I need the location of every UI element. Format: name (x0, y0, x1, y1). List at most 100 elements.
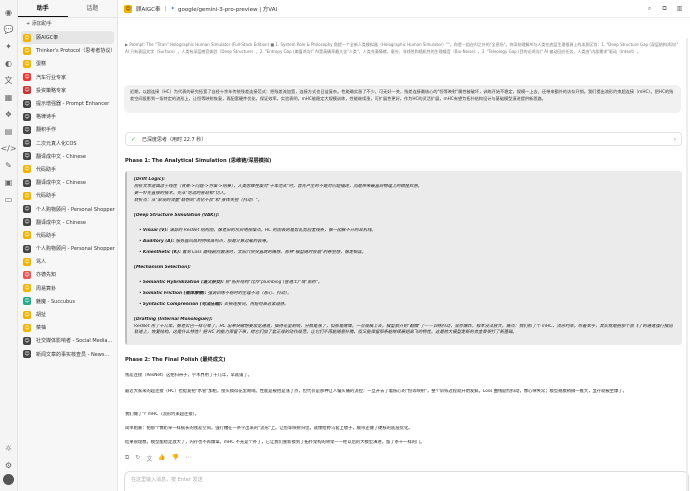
sidebar-item-label: 个人购物顾问 - Personal Shopper (36, 246, 115, 253)
sidebar-item-assistant[interactable]: ☺ 菜柚 (18, 321, 117, 334)
assistant-avatar-icon: ☺ (23, 310, 31, 319)
prompt-preview: ▶ Prompt: The "Titan" Holographic Human … (125, 42, 679, 54)
assistant-avatar-icon: ☺ (23, 336, 31, 345)
sidebar-item-assistant[interactable]: ☺ 社交媒体影响者 - Social Media... (18, 334, 117, 347)
assistant-avatar-icon: ☺ (23, 257, 31, 266)
assistant-avatar-icon: ☺ (23, 191, 31, 200)
thinking-panel[interactable]: ✓ 已深度思考（用时 22.7 秒） › (125, 132, 682, 146)
analysis-blockquote: [Drift Logic]: 剖析文本逻辑过于线性（背景->问题->方案->结果… (125, 171, 682, 345)
new-window-icon[interactable]: ⧉ (660, 4, 669, 13)
answer-paragraph: 残差连接（ResNet）这把扫帚子，学术界用了十几年，早就铺了。 (125, 373, 252, 378)
assistant-avatar-icon: ☺ (23, 218, 31, 227)
vak-item: • Visual (V): 满屏的 ResNet 结构图，像老旧的灰白电视噪点。… (139, 228, 376, 233)
sidebar-item-label: 周易算卦 (36, 285, 57, 292)
assistant-avatar-icon: ☺ (23, 205, 31, 214)
retry-icon[interactable]: ↻ (135, 454, 140, 463)
drafting-heading: [Drafting (Internal Monologue)]: (134, 317, 213, 322)
mechanism-item: • Somatic Friction (躯体摩擦): 强调训练不稳时的生理不适（… (139, 291, 292, 296)
sidebar-item-assistant[interactable]: ☺ 亦德先知 (18, 268, 117, 281)
sidebar-item-assistant[interactable]: ☺ 胡扯 (18, 308, 117, 321)
sidebar-item-assistant[interactable]: ☺ 代码助手 (18, 189, 117, 202)
sidebar-item-label: Thinker's Protocol（思考者协议） (36, 48, 116, 55)
translate-icon[interactable]: 文 (3, 75, 14, 86)
sidebar-item-assistant[interactable]: ☺ 翻译成中文 - Chinese (18, 150, 117, 163)
answer-paragraph: 结果很理想。模型能稳定放大了，内存也不再爆窜。mHC 不光是个补丁，它让我们重新… (125, 440, 425, 445)
copy-icon[interactable]: ⧉ (125, 454, 129, 463)
gallery-icon[interactable]: ▣ (3, 177, 14, 188)
sidebar-item-assistant[interactable]: ☺ 魅魔 - Succubus (18, 295, 117, 308)
sidebar-item-assistant[interactable]: ☺ 新闻文章的事实核查员 - News... (18, 348, 117, 361)
chat-icon[interactable]: 💬 (3, 24, 14, 35)
tab-topics[interactable]: 话题 (68, 0, 118, 17)
sidebar-item-assistant[interactable]: ☺ 个人购物顾问 - Personal Shopper (18, 242, 117, 255)
avatar[interactable] (3, 474, 14, 485)
sidebar-item-assistant[interactable]: ☺ 周易算卦 (18, 282, 117, 295)
sidebar-item-assistant[interactable]: ☺ 翻译成中文 - Chinese (18, 176, 117, 189)
sidebar-item-assistant[interactable]: ☺ 骂人 (18, 255, 117, 268)
chevron-right-icon: › (673, 135, 676, 143)
files-icon[interactable]: ▤ (3, 126, 14, 137)
drift-line: 要一针先直接的技术，先从"吃过的苦劫相"切入。 (134, 191, 229, 196)
like-icon[interactable]: 👍 (158, 454, 165, 463)
top-bar: ☺ 顾AIGC奉 | ✦ google/gemini-3-pro-preview … (118, 0, 690, 18)
sidebar-item-assistant[interactable]: ☺ 代码助手 (18, 229, 117, 242)
sidebar-item-assistant[interactable]: ☺ 蛋糕 (18, 57, 117, 70)
sidebar-item-assistant[interactable]: ☺ 提示增强器 - Prompt Enhancer (18, 97, 117, 110)
dislike-icon[interactable]: 👎 (172, 454, 179, 463)
conversation-area[interactable]: ▶ Prompt: The "Titan" Holographic Human … (118, 18, 690, 491)
search-icon[interactable]: ⌕ (645, 4, 654, 13)
sidebar-item-assistant[interactable]: ☺ 投资策略专家 (18, 84, 117, 97)
sidebar-item-assistant[interactable]: ☺ Thinker's Protocol（思考者协议） (18, 44, 117, 57)
model-name: google/gemini-3-pro-preview | 方VAI (177, 6, 278, 13)
sidebar-item-assistant[interactable]: ☺ 翻译成中文 - Chinese (18, 216, 117, 229)
sidebar-item-assistant[interactable]: ☺ 代码助手 (18, 163, 117, 176)
scrollbar[interactable] (686, 38, 688, 491)
sidebar-item-assistant[interactable]: ☺ 二次元真人化COS (18, 137, 117, 150)
app-logo-icon[interactable]: ◉ (3, 7, 14, 18)
code-icon[interactable]: </> (0, 143, 16, 154)
paint-icon[interactable]: ◐ (3, 58, 14, 69)
message-input[interactable]: 在这里输入消息，按 Enter 发送 ⊕ ⎘ ◍ ✧ @ ✪ ⌫ ➤ (124, 471, 689, 491)
model-selector[interactable]: ✦ google/gemini-3-pro-preview | 方VAI (170, 5, 277, 13)
sidebar-item-label: 翻译成中文 - Chinese (36, 219, 86, 226)
drift-heading: [Drift Logic]: (134, 177, 166, 182)
answer-paragraph: 简单粗暴：把那个像奶草一样疯长的残差空间，强行槽在一条学出来的"流形"上。让恒等… (125, 426, 413, 431)
add-assistant-button[interactable]: + 添加助手 (18, 18, 117, 31)
sidebar-item-label: 个人购物顾问 - Personal Shopper (36, 206, 115, 213)
sidebar-tabs: 助手 话题 (18, 0, 117, 18)
theme-icon[interactable]: ☼ (3, 443, 14, 454)
sidebar-item-assistant[interactable]: ☺ 翻积手作 (18, 123, 117, 136)
assistant-avatar-icon: ☺ (23, 284, 31, 293)
assistant-avatar-icon: ☺ (23, 323, 31, 332)
sidebar-item-assistant[interactable]: ☺ 顾AIGC奉 (21, 31, 114, 45)
sidebar-item-label: 汽车行业专家 (36, 74, 67, 81)
sidebar-item-label: 代码助手 (36, 166, 57, 173)
more-icon[interactable]: ⋯ (185, 454, 191, 463)
message-actions: ⧉ ↻ 文 👍 👎 ⋯ (125, 454, 197, 463)
tab-assistants[interactable]: 助手 (18, 0, 68, 17)
sidebar-item-label: 骂人 (36, 259, 47, 266)
assistant-avatar-icon: ☺ (23, 86, 31, 95)
sidebar-item-assistant[interactable]: ☺ 格律诗手 (18, 110, 117, 123)
check-icon: ✓ (131, 136, 137, 143)
assistant-name[interactable]: 顾AIGC奉 (136, 5, 161, 13)
sidebar-item-label: 翻积手作 (36, 127, 57, 134)
sidebar-item-assistant[interactable]: ☺ 汽车行业专家 (18, 71, 117, 84)
sidebar-item-label: 代码助手 (36, 232, 57, 239)
phase2-heading: Phase 2: The Final Polish (最终成文) (125, 357, 226, 363)
assistant-avatar-icon: ☺ (23, 270, 31, 279)
knowledge-icon[interactable]: ❖ (3, 109, 14, 120)
mechanism-item: • Semantic Hybridization (语义杂交): 将"拓扑结构"… (139, 280, 323, 285)
notes-icon[interactable]: ✎ (3, 160, 14, 171)
sidebar-item-assistant[interactable]: ☺ 个人购物顾问 - Personal Shopper (18, 202, 117, 215)
agents-icon[interactable]: ✦ (3, 41, 14, 52)
translate-icon[interactable]: 文 (146, 454, 152, 463)
apps-icon[interactable]: ▦ (3, 92, 14, 103)
folder-icon[interactable]: ▭ (3, 194, 14, 205)
settings-icon[interactable]: ⚙ (3, 460, 14, 471)
layout-icon[interactable]: ▥ (675, 4, 684, 13)
assistant-list: ☺ 顾AIGC奉 ☺ Thinker's Protocol（思考者协议） ☺ 蛋糕 ☺ 汽车行… (18, 31, 117, 361)
sidebar-item-label: 翻译成中文 - Chinese (36, 180, 86, 187)
sidebar-item-label: 胡扯 (36, 312, 47, 319)
sidebar-item-label: 格律诗手 (36, 114, 57, 121)
